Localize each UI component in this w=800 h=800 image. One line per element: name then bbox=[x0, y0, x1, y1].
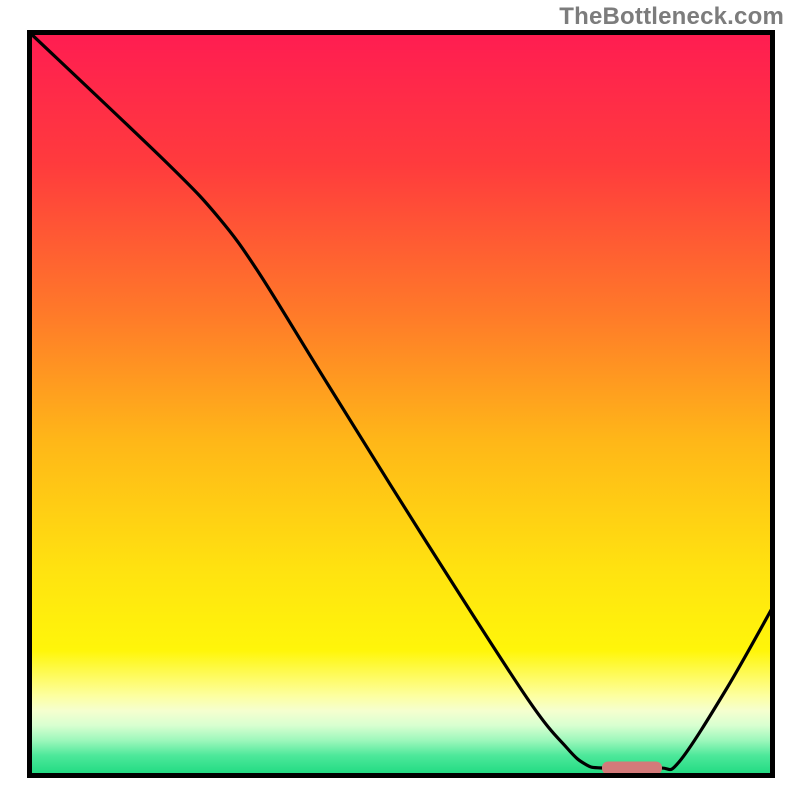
watermark-text: TheBottleneck.com bbox=[559, 3, 784, 31]
gradient-rect bbox=[27, 30, 775, 778]
chart-svg bbox=[27, 30, 775, 778]
chart-container: TheBottleneck.com bbox=[0, 0, 800, 800]
plot-area bbox=[27, 30, 775, 778]
valley-marker bbox=[602, 762, 662, 775]
